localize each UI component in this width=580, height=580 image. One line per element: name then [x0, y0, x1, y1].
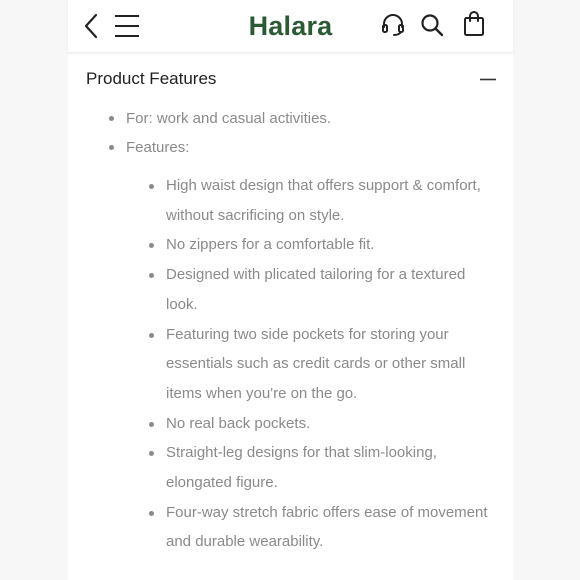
list-item: Designed with plicated tailoring for a t… [148, 260, 488, 319]
list-item: No real back pockets. [148, 409, 488, 439]
list-item: Features: [108, 133, 488, 162]
brand-logo[interactable]: Halara [68, 10, 513, 42]
list-item: Four-way stretch fabric offers ease of m… [148, 498, 488, 557]
headset-icon[interactable] [381, 13, 405, 37]
minus-icon[interactable] [480, 78, 496, 81]
search-icon[interactable] [420, 13, 444, 37]
product-features-header[interactable]: Product Features [86, 66, 496, 92]
list-item: High waist design that offers support & … [148, 171, 488, 230]
details-list: For: work and casual activities. Feature… [108, 104, 488, 162]
product-page: Halara Product Features For: work and ca… [68, 0, 513, 580]
list-item: Featuring two side pockets for storing y… [148, 320, 488, 409]
list-item: No zippers for a comfortable fit. [148, 230, 488, 260]
section-title: Product Features [86, 69, 217, 88]
features-list: High waist design that offers support & … [148, 171, 488, 557]
top-nav-bar: Halara [68, 0, 513, 53]
shopping-bag-icon[interactable] [462, 11, 486, 37]
list-item: For: work and casual activities. [108, 104, 488, 133]
list-item: Straight-leg designs for that slim-looki… [148, 438, 488, 497]
